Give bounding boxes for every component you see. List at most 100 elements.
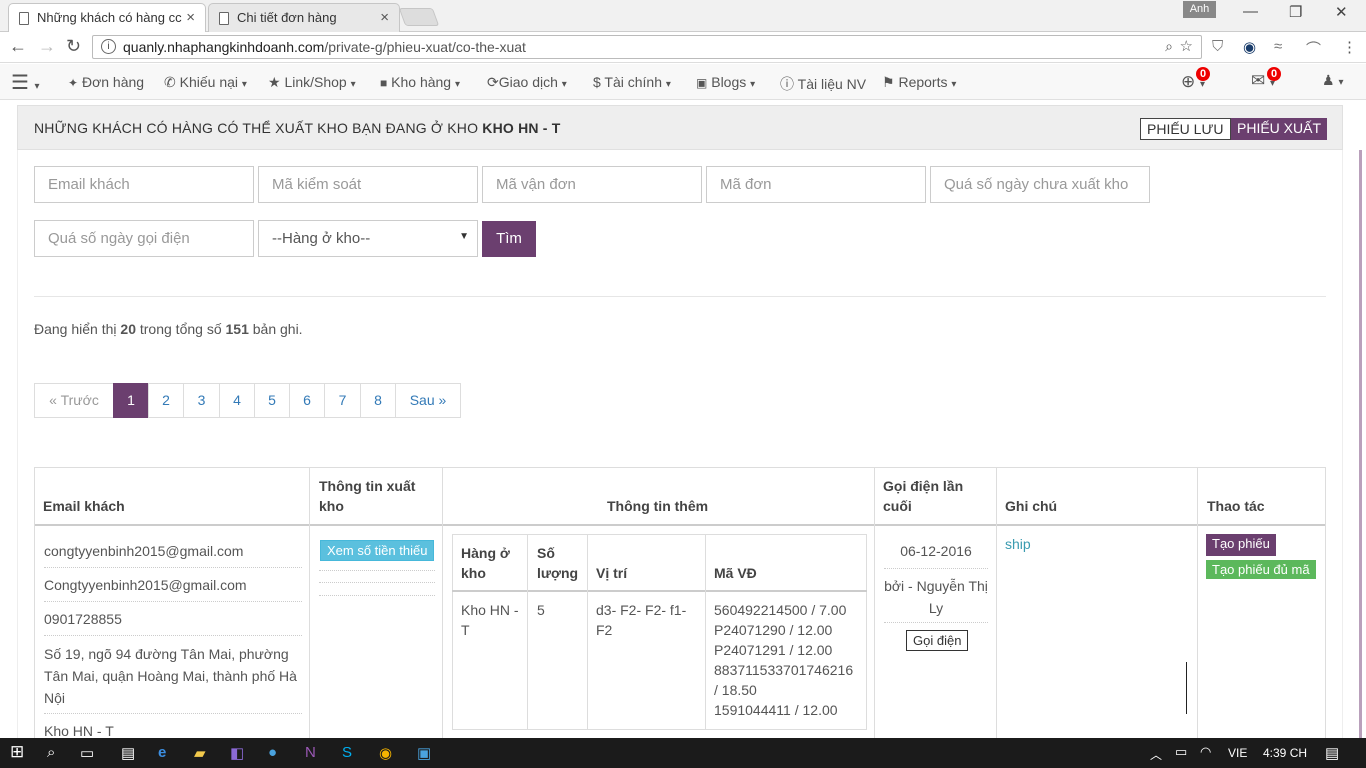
tab-inactive[interactable]: Chi tiết đơn hàng × [208, 3, 400, 32]
pagination-page[interactable]: 7 [324, 383, 361, 418]
divider [44, 635, 302, 636]
store-icon[interactable]: ▤ [121, 744, 135, 762]
new-tab-button[interactable] [398, 8, 440, 26]
tao-phieu-button[interactable]: Tạo phiếu [1206, 534, 1276, 556]
search-icon[interactable]: ⌕ [47, 744, 55, 761]
inner-vi-tri: d3- F2- F2- f1- F2 [596, 602, 687, 638]
user-profile-badge[interactable]: Anh [1183, 1, 1216, 18]
app-icon[interactable]: ● [268, 744, 277, 761]
wifi-icon[interactable]: ◠ [1200, 744, 1211, 760]
xem-so-tien-thieu-button[interactable]: Xem số tiền thiếu [320, 540, 435, 561]
back-icon[interactable]: ← [9, 36, 27, 57]
task-view-icon[interactable]: ▭ [80, 744, 94, 762]
pagination-next[interactable]: Sau » [395, 383, 461, 418]
nav-kho-hang[interactable]: ■ Kho hàng ▾ [380, 74, 460, 90]
url-input[interactable]: i quanly.nhaphangkinhdoanh.com/private-g… [92, 35, 1202, 59]
tab-active[interactable]: Những khách có hàng cc × [8, 3, 206, 33]
kho-select[interactable]: --Hàng ở kho-- ▼ [258, 220, 478, 257]
extension-icon[interactable]: ≈ [1274, 38, 1282, 55]
pagination-page[interactable]: 1 [113, 383, 149, 418]
nav-link-shop[interactable]: ★ Link/Shop ▾ [268, 74, 356, 91]
bookmark-star-icon[interactable]: ☆ [1180, 37, 1193, 55]
scrollbar[interactable] [1359, 150, 1362, 738]
pagination-page[interactable]: 3 [183, 383, 220, 418]
close-icon[interactable]: × [186, 9, 195, 26]
minimize-icon[interactable]: — [1243, 3, 1258, 20]
nav-blogs[interactable]: ▣ Blogs ▾ [696, 74, 755, 90]
table-border [34, 467, 35, 738]
ma-kiem-soat-field[interactable]: Mã kiểm soát [258, 166, 478, 203]
onenote-icon[interactable]: N [305, 744, 316, 761]
chevron-down-icon: ▼ [459, 231, 469, 242]
clock[interactable]: 4:39 CH [1263, 746, 1307, 760]
text-cursor [1186, 662, 1187, 714]
close-icon[interactable]: × [380, 9, 389, 26]
extension-icon[interactable]: ⌒ [1306, 38, 1321, 59]
nav-khieu-nai[interactable]: ✆ Khiếu nại ▾ [164, 74, 247, 91]
inner-header-vi-tri: Vị trí [596, 565, 628, 581]
search-button[interactable]: Tìm [482, 221, 536, 257]
nav-don-hang[interactable]: ✦ Đơn hàng [68, 74, 144, 90]
truck-icon: ■ [380, 76, 388, 90]
reload-icon[interactable]: ↻ [66, 36, 81, 57]
browser-tab-bar: Những khách có hàng cc × Chi tiết đơn hà… [0, 0, 1366, 33]
shield-icon[interactable]: ⛉ [1212, 38, 1223, 55]
email-field[interactable]: Email khách [34, 166, 254, 203]
globe-count-badge: 0 [1196, 67, 1211, 81]
tab-title: Những khách có hàng cc [37, 10, 182, 25]
nav-reports[interactable]: ⚑ Reports ▾ [882, 74, 956, 91]
nav-tai-lieu[interactable]: ⓘ Tài liệu NV [780, 74, 866, 94]
table-border [309, 467, 310, 738]
chevron-up-icon[interactable]: ︿ [1150, 746, 1162, 763]
chrome-icon[interactable]: ◉ [379, 744, 392, 762]
pagination-page[interactable]: 5 [254, 383, 290, 418]
customer-email-alt: Congtyyenbinh2015@gmail.com [44, 577, 247, 593]
visual-studio-icon[interactable]: ◧ [230, 744, 244, 762]
note-link[interactable]: ship [1005, 534, 1031, 555]
qua-so-ngay-chua-xuat-field[interactable]: Quá số ngày chưa xuất kho [930, 166, 1150, 203]
pagination-page[interactable]: 4 [219, 383, 255, 418]
pagination-page[interactable]: 8 [360, 383, 396, 418]
address-toolbar: ← → ↻ i quanly.nhaphangkinhdoanh.com/pri… [0, 32, 1366, 63]
phieu-xuat-button[interactable]: PHIẾU XUẤT [1231, 118, 1328, 140]
twitter-icon: ✦ [68, 76, 79, 90]
inner-table-border [587, 534, 588, 730]
zoom-icon[interactable]: ⌕ [1165, 38, 1173, 55]
taskbar: ⊞ ⌕ ▭ ▤ e ▰ ◧ ● N S ◉ ▣ ︿ ▭ ◠ VIE 4:39 C… [0, 738, 1366, 768]
phieu-luu-button[interactable]: PHIẾU LƯU [1140, 118, 1231, 140]
pagination-page[interactable]: 2 [148, 383, 184, 418]
divider [319, 582, 435, 583]
notifications-icon[interactable]: ▤ [1325, 744, 1339, 762]
table-border [442, 467, 443, 738]
restore-icon[interactable]: ❐ [1289, 3, 1302, 21]
goi-dien-button[interactable]: Gọi điện [906, 630, 969, 651]
battery-icon[interactable]: ▭ [1175, 744, 1187, 760]
edge-icon[interactable]: e [158, 744, 166, 761]
forward-icon[interactable]: → [38, 36, 56, 57]
divider [44, 567, 302, 568]
window-close-icon[interactable]: ✕ [1335, 3, 1348, 21]
file-explorer-icon[interactable]: ▰ [194, 744, 206, 762]
divider [319, 570, 435, 571]
pagination-page[interactable]: 6 [289, 383, 325, 418]
tao-phieu-du-ma-button[interactable]: Tạo phiếu đủ mã [1206, 560, 1316, 579]
ma-van-don-field[interactable]: Mã vận đơn [482, 166, 702, 203]
info-icon[interactable]: i [101, 39, 116, 54]
nav-giao-dich[interactable]: ⟳Giao dịch ▾ [487, 74, 567, 91]
app-navbar: ☰ ▾ ✦ Đơn hàng ✆ Khiếu nại ▾ ★ Link/Shop… [0, 64, 1366, 100]
menu-dots-icon[interactable]: ⋮ [1342, 38, 1357, 56]
nav-tai-chinh[interactable]: $ Tài chính ▾ [593, 74, 671, 90]
user-menu-icon[interactable]: ♟ ▾ [1322, 72, 1343, 89]
skype-icon[interactable]: S [342, 744, 352, 761]
inner-hang-o-kho: Kho HN - T [461, 602, 519, 638]
hamburger-menu-icon[interactable]: ☰ ▾ [11, 70, 40, 95]
input-language[interactable]: VIE [1228, 746, 1247, 760]
column-header-email: Email khách [43, 498, 125, 514]
divider [34, 296, 1326, 297]
pagination-prev[interactable]: « Trước [34, 383, 114, 418]
windows-start-icon[interactable]: ⊞ [10, 742, 24, 762]
extension-icon[interactable]: ◉ [1243, 38, 1256, 56]
ma-don-field[interactable]: Mã đơn [706, 166, 926, 203]
qua-so-ngay-goi-dien-field[interactable]: Quá số ngày gọi điện [34, 220, 254, 257]
chat-app-icon[interactable]: ▣ [417, 744, 431, 762]
